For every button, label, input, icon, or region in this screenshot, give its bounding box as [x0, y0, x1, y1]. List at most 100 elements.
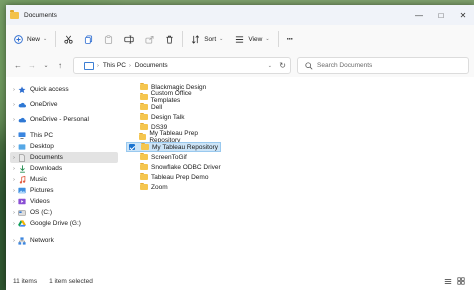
nav-item-downloads[interactable]: › Downloads [10, 163, 118, 174]
trash-icon [166, 35, 173, 44]
desktop-icon [18, 143, 26, 151]
chevron-right-icon: › [13, 176, 15, 183]
rename-button[interactable] [120, 30, 138, 48]
delete-button[interactable] [161, 30, 178, 48]
pane-divider[interactable] [124, 77, 125, 272]
nav-item-music[interactable]: › Music [10, 174, 118, 185]
nav-item-this-pc[interactable]: ⌄ This PC [10, 130, 118, 141]
nav-item-quick-access[interactable]: › Quick access [10, 84, 118, 95]
forward-button[interactable]: → [25, 57, 39, 73]
checkbox[interactable] [128, 84, 134, 90]
cloud-icon [18, 116, 26, 124]
breadcrumb-documents[interactable]: Documents [135, 62, 168, 69]
list-item[interactable]: My Tableau Prep Repository [126, 130, 221, 144]
nav-item-videos[interactable]: › Videos [10, 196, 118, 207]
nav-item-label: Google Drive (G:) [30, 220, 81, 227]
nav-item-desktop[interactable]: › Desktop [10, 141, 118, 152]
chevron-down-icon: ⌄ [43, 62, 49, 69]
checkbox[interactable] [128, 154, 134, 160]
video-icon [18, 198, 26, 206]
view-icon [236, 35, 244, 43]
checkbox[interactable] [128, 114, 134, 120]
view-button[interactable]: View ⌄ [231, 30, 273, 48]
nav-item-os-c[interactable]: › OS (C:) [10, 207, 118, 218]
recent-locations-button[interactable]: ⌄ [39, 57, 53, 73]
address-bar[interactable]: › This PC › Documents ⌄ ↻ [73, 57, 291, 74]
list-item[interactable]: Tableau Prep Demo [126, 172, 221, 182]
list-item[interactable]: Snowflake ODBC Driver [126, 162, 221, 172]
folder-icon [140, 152, 148, 160]
chevron-right-icon: › [13, 198, 15, 205]
checkbox[interactable] [128, 164, 134, 170]
cut-button[interactable] [60, 30, 77, 48]
nav-item-onedrive-personal[interactable]: › OneDrive - Personal [10, 114, 118, 125]
new-label: New [27, 35, 41, 43]
new-button[interactable]: New ⌄ [10, 30, 51, 48]
details-view-button[interactable] [443, 276, 453, 286]
address-row: ← → ⌄ ↑ › This PC › Documents ⌄ ↻ [6, 53, 474, 77]
command-bar: New ⌄ Sort ⌄ View ⌄ ··· [6, 25, 474, 54]
list-item-selected[interactable]: My Tableau Repository [126, 142, 221, 152]
breadcrumb-this-pc[interactable]: This PC [103, 62, 126, 69]
checkbox[interactable] [128, 184, 134, 190]
folder-icon [140, 162, 148, 170]
scissors-icon [64, 35, 73, 44]
checkbox[interactable] [128, 134, 133, 140]
sort-button[interactable]: Sort ⌄ [187, 30, 227, 48]
chevron-right-icon: › [13, 86, 15, 93]
list-item[interactable]: ScreenToGif [126, 152, 221, 162]
search-box[interactable] [297, 57, 469, 74]
music-icon [18, 175, 26, 184]
window-title: Documents [24, 11, 57, 19]
arrow-up-icon: ↑ [58, 60, 62, 70]
refresh-icon[interactable]: ↻ [279, 61, 286, 70]
nav-item-label: Documents [30, 154, 63, 161]
paste-button[interactable] [100, 30, 117, 48]
more-options-button[interactable]: ··· [283, 30, 297, 48]
copy-button[interactable] [80, 30, 97, 48]
nav-item-label: Desktop [30, 143, 54, 150]
large-icons-view-button[interactable] [456, 276, 466, 286]
drive-icon [18, 209, 26, 217]
checkbox[interactable] [128, 104, 134, 110]
chevron-down-icon: ⌄ [43, 36, 48, 42]
search-input[interactable] [317, 62, 457, 69]
nav-item-label: Music [30, 176, 47, 183]
file-name: Design Talk [151, 113, 185, 121]
chevron-right-icon: › [13, 143, 15, 150]
chevron-right-icon: › [13, 187, 15, 194]
list-item[interactable]: Custom Office Templates [126, 90, 221, 104]
list-item[interactable]: Design Talk [126, 112, 221, 122]
details-view-icon [444, 278, 452, 284]
nav-item-label: Pictures [30, 187, 54, 194]
maximize-button[interactable]: □ [430, 5, 452, 25]
view-label: View [248, 35, 263, 43]
share-button[interactable] [141, 30, 158, 48]
checkbox[interactable] [128, 174, 134, 180]
nav-item-network[interactable]: › Network [10, 235, 118, 246]
nav-item-onedrive[interactable]: › OneDrive [10, 99, 118, 110]
monitor-icon [18, 132, 26, 140]
checkbox[interactable] [128, 124, 134, 130]
file-name: Tableau Prep Demo [151, 173, 209, 181]
chevron-right-icon: › [13, 116, 15, 123]
close-button[interactable]: ✕ [452, 5, 474, 25]
copy-icon [85, 34, 93, 44]
checkbox-checked[interactable] [129, 144, 135, 150]
checkbox[interactable] [128, 94, 134, 100]
nav-item-documents[interactable]: › Documents [10, 152, 118, 163]
nav-item-label: This PC [30, 132, 54, 139]
minimize-button[interactable]: — [408, 5, 430, 25]
list-item[interactable]: Dell [126, 102, 221, 112]
nav-item-pictures[interactable]: › Pictures [10, 185, 118, 196]
list-item[interactable]: Zoom [126, 182, 221, 192]
back-button[interactable]: ← [11, 57, 25, 73]
nav-item-label: Network [30, 237, 54, 244]
nav-item-google-drive[interactable]: › Google Drive (G:) [10, 218, 118, 229]
download-icon [18, 164, 26, 173]
chevron-down-icon[interactable]: ⌄ [268, 63, 272, 69]
nav-item-label: OneDrive [30, 101, 58, 108]
up-button[interactable]: ↑ [53, 57, 67, 73]
share-icon [145, 35, 154, 44]
picture-icon [18, 187, 26, 195]
